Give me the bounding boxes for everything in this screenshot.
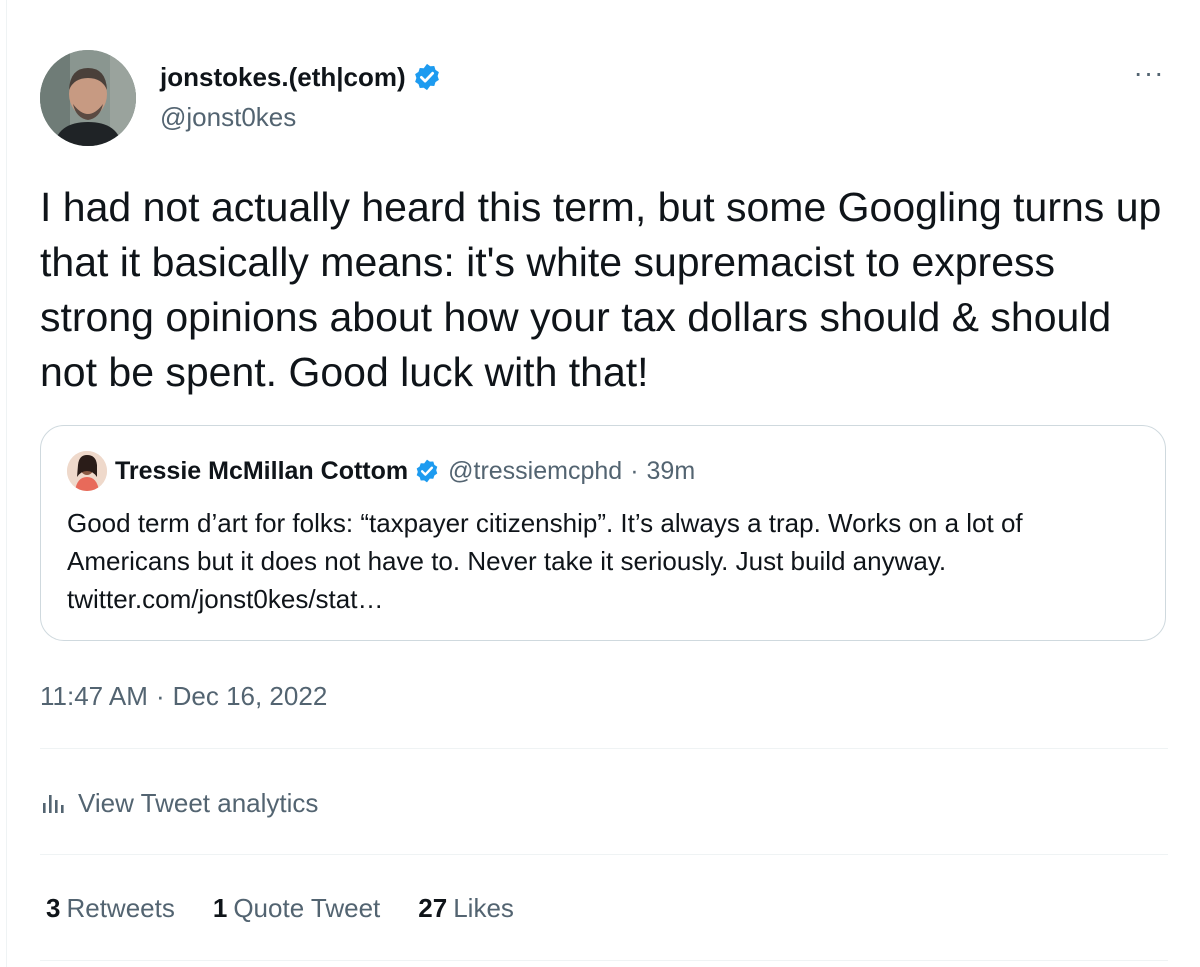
left-border — [6, 0, 7, 967]
more-horizontal-icon: ··· — [1133, 57, 1165, 88]
tweet-text: I had not actually heard this term, but … — [40, 184, 1162, 395]
quoted-timestamp: 39m — [646, 456, 696, 485]
likes-stat[interactable]: 27 Likes — [418, 890, 514, 926]
engagement-stats: 3 Retweets 1 Quote Tweet 27 Likes — [46, 890, 552, 926]
timestamp-separator: · — [155, 681, 165, 711]
quoted-tweet-text: Good term d’art for folks: “taxpayer cit… — [67, 508, 1023, 614]
tweet-time: 11:47 AM — [40, 681, 148, 711]
view-analytics-label: View Tweet analytics — [78, 787, 319, 818]
avatar-photo-icon — [40, 50, 136, 146]
divider — [40, 960, 1168, 961]
likes-label: Likes — [453, 893, 514, 923]
quoted-separator: · — [630, 456, 639, 485]
more-options-button[interactable]: ··· — [1128, 58, 1170, 94]
quote-tweets-count: 1 — [212, 893, 228, 923]
verified-badge-icon — [412, 62, 442, 92]
tweet-date: Dec 16, 2022 — [172, 681, 328, 711]
quoted-author-name: Tressie McMillan Cottom — [115, 456, 409, 485]
author-handle[interactable]: @jonst0kes — [160, 100, 296, 134]
quoted-tweet-card[interactable]: Tressie McMillan Cottom @tressiemcphd · … — [40, 425, 1166, 641]
quoted-author-handle: @tressiemcphd — [448, 456, 623, 485]
tweet-timestamp[interactable]: 11:47 AM · Dec 16, 2022 — [40, 678, 327, 714]
retweets-stat[interactable]: 3 Retweets — [46, 890, 175, 926]
quoted-author-avatar — [67, 451, 107, 491]
analytics-bars-icon — [43, 795, 64, 813]
quoted-verified-badge-icon — [414, 458, 440, 484]
likes-count: 27 — [418, 893, 448, 923]
quote-tweets-label: Quote Tweet — [233, 893, 381, 923]
divider — [40, 854, 1168, 855]
retweets-label: Retweets — [66, 893, 175, 923]
author-display-name[interactable]: jonstokes.(eth|com) — [160, 60, 406, 94]
quote-tweets-stat[interactable]: 1 Quote Tweet — [213, 890, 380, 926]
divider — [40, 748, 1168, 749]
author-name-row[interactable]: jonstokes.(eth|com) — [160, 60, 442, 94]
quoted-tweet-header: Tressie McMillan Cottom @tressiemcphd · … — [67, 451, 696, 491]
quoted-avatar-photo-icon — [67, 451, 107, 491]
retweets-count: 3 — [46, 893, 61, 923]
author-avatar[interactable] — [40, 50, 136, 146]
view-analytics-link[interactable]: View Tweet analytics — [40, 784, 318, 822]
